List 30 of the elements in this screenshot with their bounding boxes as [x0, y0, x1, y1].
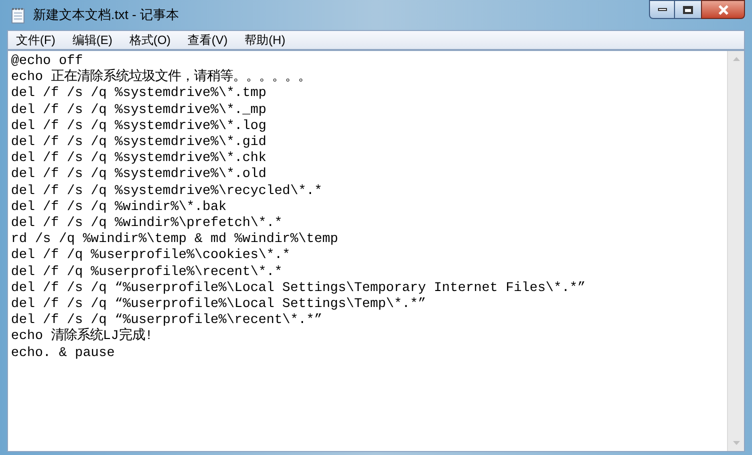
code-line: del /f /s /q %systemdrive%\recycled\*.*	[11, 182, 322, 198]
code-line: del /f /s /q “%userprofile%\Local Settings\Temp\*.*”	[11, 296, 426, 312]
code-line: echo. & pause	[11, 344, 115, 360]
code-line: del /f /s /q “%userprofile%\Local Settings\Temporary Internet Files\*.*”	[11, 280, 586, 295]
menu-item[interactable]: 查看(V)	[186, 31, 230, 49]
code-line: del /f /s /q %systemdrive%\*.tmp	[11, 85, 266, 100]
code-line: del /f /s /q %systemdrive%\*._mp	[11, 102, 266, 117]
menu-item[interactable]: 编辑(E)	[70, 31, 114, 49]
code-line: del /f /s /q %systemdrive%\*.gid	[11, 134, 266, 150]
close-button[interactable]	[701, 0, 745, 19]
menu-item[interactable]: 文件(F)	[14, 31, 58, 49]
close-icon	[718, 4, 728, 14]
code-line: echo 清除系统LJ完成!	[11, 328, 153, 344]
code-line: del /f /s /q “%userprofile%\recent\*.*”	[11, 312, 322, 328]
code-line: echo 正在清除系统垃圾文件，请稍等。。。。。。	[11, 69, 311, 84]
code-line: del /f /q %userprofile%\cookies\*.*	[11, 247, 290, 262]
code-line: rd /s /q %windir%\temp & md %windir%\temp	[11, 231, 338, 246]
code-line: del /f /s /q %systemdrive%\*.old	[11, 166, 266, 182]
menu-item[interactable]: 格式(O)	[127, 31, 173, 49]
code-line: del /f /q %userprofile%\recent\*.*	[11, 264, 282, 279]
code-line: del /f /s /q %systemdrive%\*.log	[11, 118, 266, 133]
code-line: del /f /s /q %windir%\*.bak	[11, 198, 226, 214]
menu-item[interactable]: 帮助(H)	[242, 31, 288, 49]
code-line: del /f /s /q %systemdrive%\*.chk	[11, 150, 266, 166]
minimize-button[interactable]	[649, 0, 675, 19]
maximize-button[interactable]	[675, 0, 701, 19]
window-title: 新建文本文档.txt - 记事本	[33, 6, 179, 24]
code-line: @echo off	[11, 53, 83, 68]
code-line: del /f /s /q %windir%\prefetch\*.*	[11, 215, 282, 230]
notepad-icon	[11, 6, 25, 24]
